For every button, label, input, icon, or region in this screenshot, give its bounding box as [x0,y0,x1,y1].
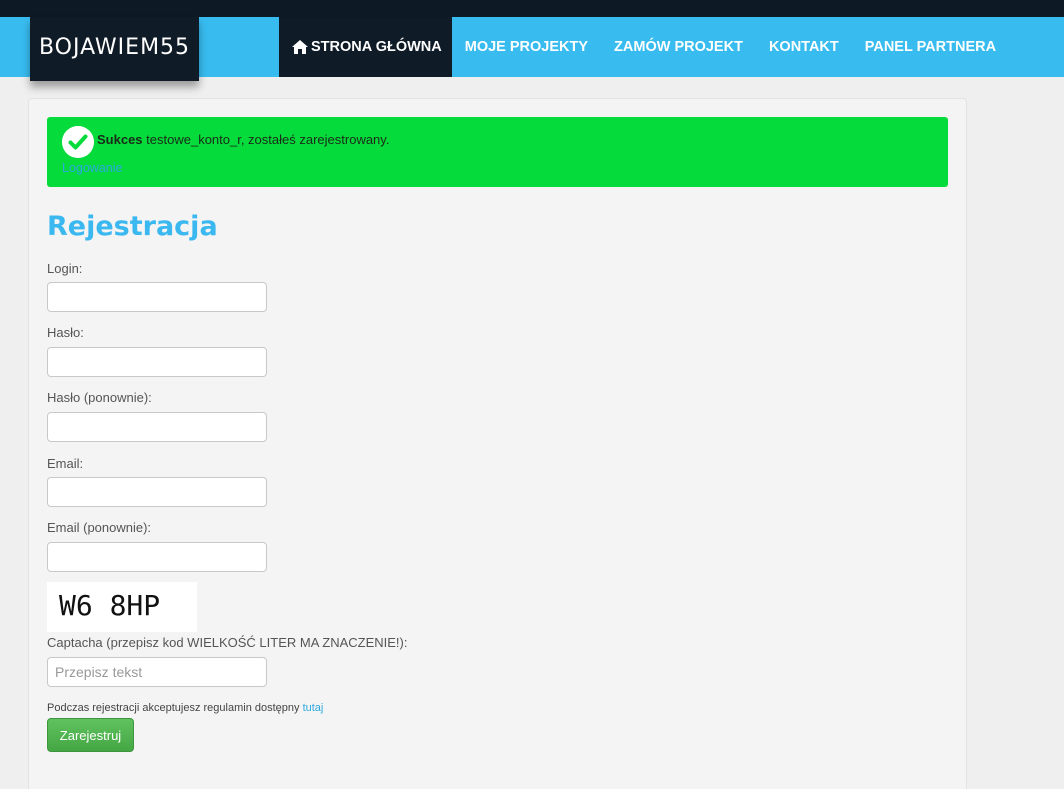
password-repeat-label: Hasło (ponownie): [47,390,152,405]
success-text: testowe_konto_r, zostałeś zarejestrowany… [142,132,390,147]
nav-item-home-label: STRONA GŁÓWNA [311,39,442,55]
success-message: Sukces testowe_konto_r, zostałeś zarejes… [97,132,389,147]
password-repeat-input[interactable] [47,412,267,442]
home-icon [292,40,308,54]
password-input[interactable] [47,347,267,377]
checkmark-icon [62,126,94,158]
page-title: Rejestracja [47,211,218,242]
main-nav: STRONA GŁÓWNA MOJE PROJEKTY ZAMÓW PROJEK… [279,17,1009,77]
terms-text: Podczas rejestracji akceptujesz regulami… [47,702,303,714]
top-bar [0,0,1064,17]
login-input[interactable] [47,282,267,312]
nav-item-partner[interactable]: PANEL PARTNERA [852,17,1009,77]
nav-item-order[interactable]: ZAMÓW PROJEKT [601,17,756,77]
captcha-label: Captacha (przepisz kod WIELKOŚĆ LITER MA… [47,635,408,650]
captcha-image: W6 8HP [47,582,197,632]
brand-logo[interactable]: BOJAWIEM55 [30,17,199,81]
success-alert: Sukces testowe_konto_r, zostałeś zarejes… [47,117,948,187]
captcha-text: W6 8HP [59,589,160,622]
email-input[interactable] [47,477,267,507]
success-title: Sukces [97,132,143,147]
nav-item-projects[interactable]: MOJE PROJEKTY [452,17,601,77]
password-label: Hasło: [47,325,84,340]
nav-item-contact[interactable]: KONTAKT [756,17,852,77]
login-link[interactable]: Logowanie [62,161,122,175]
terms-link[interactable]: tutaj [303,702,324,714]
terms-note: Podczas rejestracji akceptujesz regulami… [47,702,323,714]
login-label: Login: [47,261,83,276]
nav-item-home[interactable]: STRONA GŁÓWNA [279,17,452,77]
register-button[interactable]: Zarejestruj [47,718,134,752]
main-content: Sukces testowe_konto_r, zostałeś zarejes… [28,98,967,789]
captcha-input[interactable] [47,657,267,687]
email-repeat-label: Email (ponownie): [47,520,152,535]
email-repeat-input[interactable] [47,542,267,572]
email-label: Email: [47,456,84,471]
